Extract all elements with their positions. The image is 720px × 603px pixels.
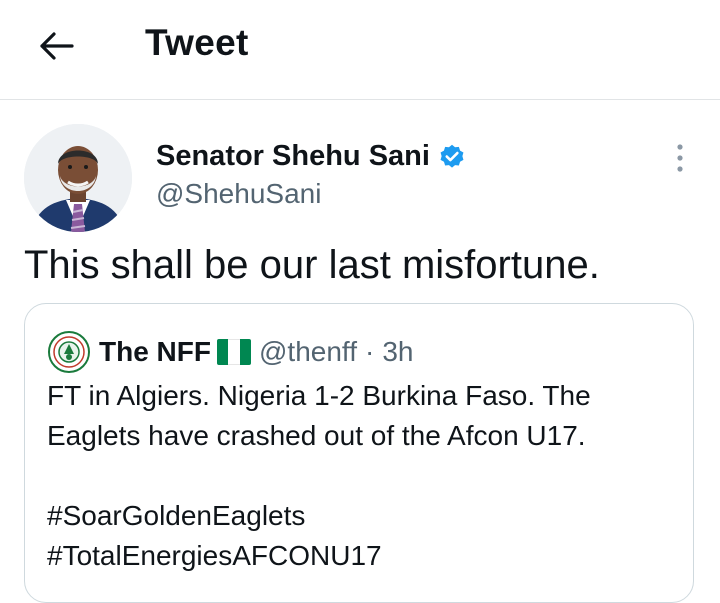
quoted-author-handle[interactable]: @thenff	[259, 336, 357, 368]
quoted-text-line: Eaglets have crashed out of the Afcon U1…	[47, 420, 586, 451]
quoted-author-name[interactable]: The NFF	[99, 336, 211, 368]
hashtag-link[interactable]: #SoarGoldenEaglets	[47, 496, 677, 536]
nigeria-flag-icon	[217, 339, 251, 365]
author-name[interactable]: Senator Shehu Sani	[156, 140, 466, 173]
more-options-button[interactable]	[664, 140, 696, 176]
quoted-text-line: FT in Algiers. Nigeria 1-2 Burkina Faso.…	[47, 380, 591, 411]
verified-badge-icon	[438, 143, 466, 171]
quoted-tweet[interactable]: The NFF @thenff · 3h FT in Algiers. Nige…	[24, 303, 694, 603]
author-name-text: Senator Shehu Sani	[156, 140, 430, 172]
nff-logo-icon	[48, 331, 90, 373]
top-bar: Tweet	[0, 0, 720, 100]
quoted-timestamp[interactable]: 3h	[382, 336, 413, 368]
hashtag-link[interactable]: #TotalEnergiesAFCONU17	[47, 536, 677, 576]
quoted-tweet-header: The NFF @thenff · 3h	[47, 330, 413, 374]
avatar[interactable]	[24, 124, 132, 232]
more-vertical-icon	[677, 144, 683, 172]
quoted-tweet-text: FT in Algiers. Nigeria 1-2 Burkina Faso.…	[47, 376, 677, 576]
back-button[interactable]	[34, 24, 78, 68]
separator-dot: ·	[364, 336, 375, 367]
tweet-text: This shall be our last misfortune.	[24, 243, 600, 287]
page-title: Tweet	[145, 22, 249, 63]
author-handle[interactable]: @ShehuSani	[156, 178, 321, 210]
arrow-left-icon	[40, 32, 74, 60]
